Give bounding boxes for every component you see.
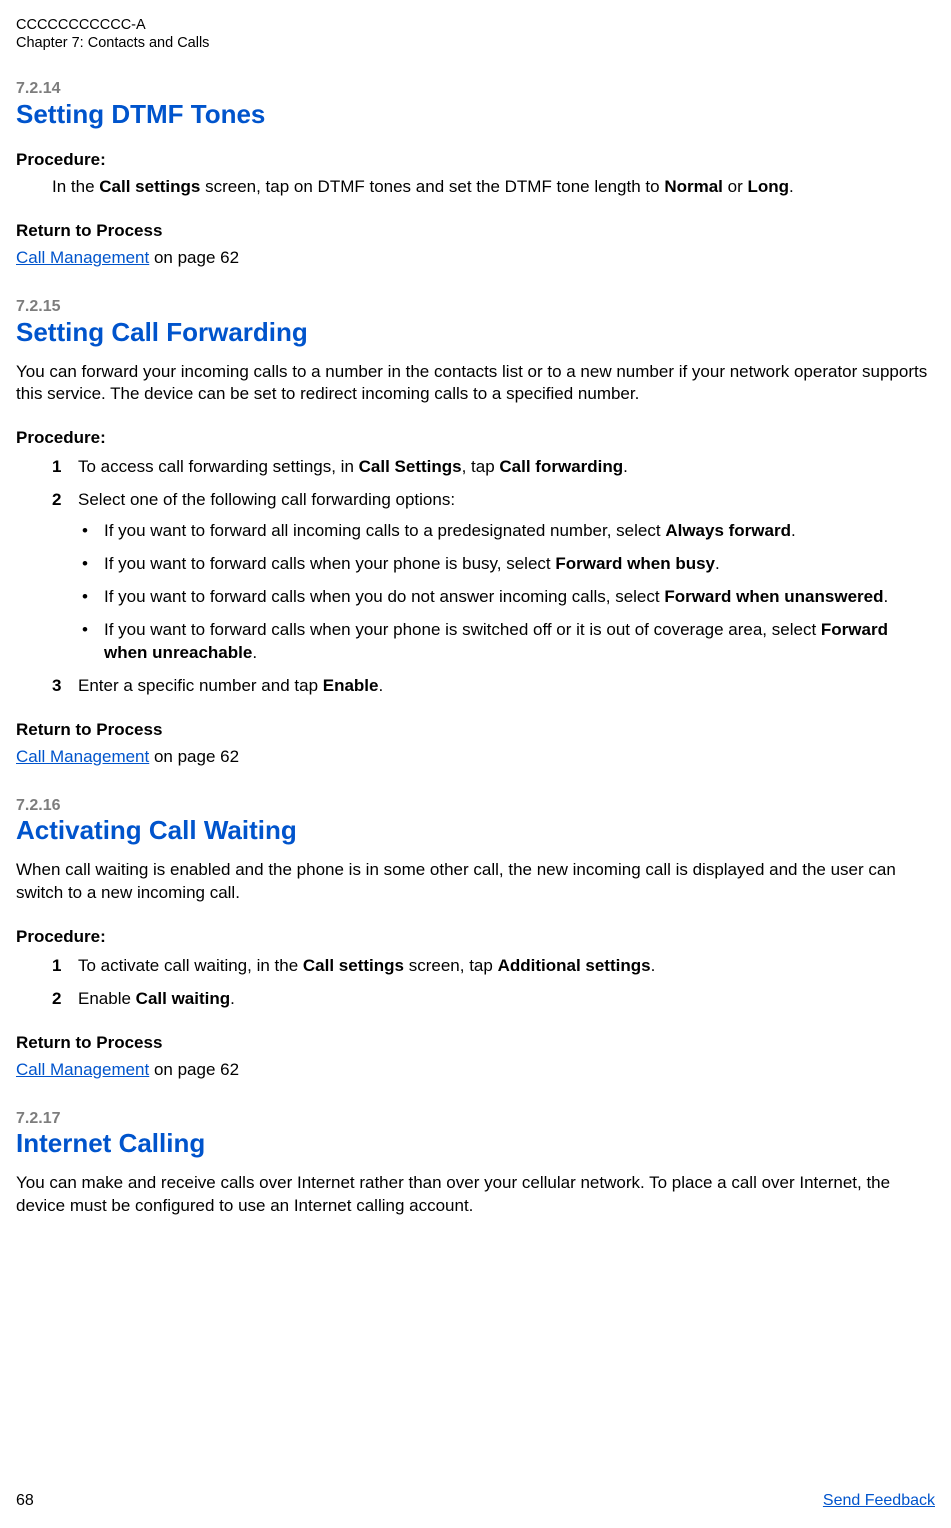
step-number: 1 (52, 955, 61, 978)
section-intro: You can forward your incoming calls to a… (16, 361, 935, 407)
procedure-label: Procedure: (16, 927, 935, 947)
procedure-step: 3 Enter a specific number and tap Enable… (52, 675, 935, 698)
text-fragment: If you want to forward calls when your p… (104, 620, 821, 639)
procedure-steps-list: 1 To access call forwarding settings, in… (16, 456, 935, 698)
text-bold: Forward when busy (555, 554, 715, 573)
text-bold: Normal (664, 177, 723, 196)
text-bold: Call settings (303, 956, 404, 975)
step-number: 3 (52, 675, 61, 698)
return-to-process-link-line: Call Management on page 62 (16, 247, 935, 270)
section-intro: You can make and receive calls over Inte… (16, 1172, 935, 1218)
text-bold: Enable (323, 676, 379, 695)
options-list: If you want to forward all incoming call… (78, 520, 935, 665)
procedure-step: 1 To access call forwarding settings, in… (52, 456, 935, 479)
text-fragment: If you want to forward calls when your p… (104, 554, 555, 573)
text-fragment: . (379, 676, 384, 695)
text-bold: Forward when unanswered (664, 587, 883, 606)
text-bold: Additional settings (498, 956, 651, 975)
text-bold: Call settings (99, 177, 200, 196)
send-feedback-link[interactable]: Send Feedback (823, 1492, 935, 1510)
procedure-step: In the Call settings screen, tap on DTMF… (52, 176, 935, 199)
procedure-step: 2 Enable Call waiting. (52, 988, 935, 1011)
text-fragment: To activate call waiting, in the (78, 956, 303, 975)
call-management-link[interactable]: Call Management (16, 747, 149, 766)
text-fragment: In the (52, 177, 99, 196)
section-number: 7.2.17 (16, 1110, 935, 1128)
return-to-process-label: Return to Process (16, 720, 935, 740)
step-number: 1 (52, 456, 61, 479)
text-fragment: . (789, 177, 794, 196)
text-fragment: , tap (462, 457, 500, 476)
option-item: If you want to forward calls when your p… (78, 553, 935, 576)
procedure-step: 1 To activate call waiting, in the Call … (52, 955, 935, 978)
text-fragment: . (715, 554, 720, 573)
procedure-steps-list: 1 To activate call waiting, in the Call … (16, 955, 935, 1011)
page-footer: 68 Send Feedback (16, 1492, 935, 1510)
return-to-process-link-line: Call Management on page 62 (16, 1059, 935, 1082)
text-bold: Always forward (665, 521, 791, 540)
text-bold: Call Settings (359, 457, 462, 476)
option-item: If you want to forward calls when you do… (78, 586, 935, 609)
text-fragment: . (623, 457, 628, 476)
text-fragment: If you want to forward calls when you do… (104, 587, 664, 606)
text-fragment: or (723, 177, 748, 196)
step-number: 2 (52, 489, 61, 512)
text-fragment: To access call forwarding settings, in (78, 457, 359, 476)
chapter-label: Chapter 7: Contacts and Calls (16, 34, 935, 52)
section-intro: When call waiting is enabled and the pho… (16, 859, 935, 905)
text-bold: Call forwarding (499, 457, 623, 476)
page-header: CCCCCCCCCCC-A Chapter 7: Contacts and Ca… (16, 16, 935, 52)
text-bold: Call waiting (136, 989, 230, 1008)
text-fragment: Enter a specific number and tap (78, 676, 323, 695)
text-fragment: . (651, 956, 656, 975)
text-fragment: on page 62 (149, 747, 239, 766)
option-item: If you want to forward calls when your p… (78, 619, 935, 665)
text-fragment: screen, tap (404, 956, 498, 975)
text-bold: Long (747, 177, 789, 196)
doc-id: CCCCCCCCCCC-A (16, 16, 935, 34)
text-fragment: screen, tap on DTMF tones and set the DT… (200, 177, 664, 196)
section-title-internet-calling: Internet Calling (16, 1129, 935, 1158)
text-fragment: . (230, 989, 235, 1008)
return-to-process-link-line: Call Management on page 62 (16, 746, 935, 769)
text-fragment: Enable (78, 989, 136, 1008)
option-item: If you want to forward all incoming call… (78, 520, 935, 543)
procedure-step: 2 Select one of the following call forwa… (52, 489, 935, 665)
text-fragment: on page 62 (149, 248, 239, 267)
text-fragment: . (252, 643, 257, 662)
text-fragment: . (791, 521, 796, 540)
call-management-link[interactable]: Call Management (16, 248, 149, 267)
procedure-label: Procedure: (16, 428, 935, 448)
section-title-call-forwarding: Setting Call Forwarding (16, 318, 935, 347)
text-fragment: on page 62 (149, 1060, 239, 1079)
procedure-label: Procedure: (16, 150, 935, 170)
text-fragment: Select one of the following call forward… (78, 490, 455, 509)
text-fragment: . (883, 587, 888, 606)
section-number: 7.2.16 (16, 797, 935, 815)
section-number: 7.2.14 (16, 80, 935, 98)
section-title-dtmf: Setting DTMF Tones (16, 100, 935, 129)
return-to-process-label: Return to Process (16, 221, 935, 241)
return-to-process-label: Return to Process (16, 1033, 935, 1053)
text-fragment: If you want to forward all incoming call… (104, 521, 665, 540)
call-management-link[interactable]: Call Management (16, 1060, 149, 1079)
step-number: 2 (52, 988, 61, 1011)
section-title-call-waiting: Activating Call Waiting (16, 816, 935, 845)
document-page: CCCCCCCCCCC-A Chapter 7: Contacts and Ca… (0, 0, 951, 1528)
page-number: 68 (16, 1492, 34, 1510)
section-number: 7.2.15 (16, 298, 935, 316)
